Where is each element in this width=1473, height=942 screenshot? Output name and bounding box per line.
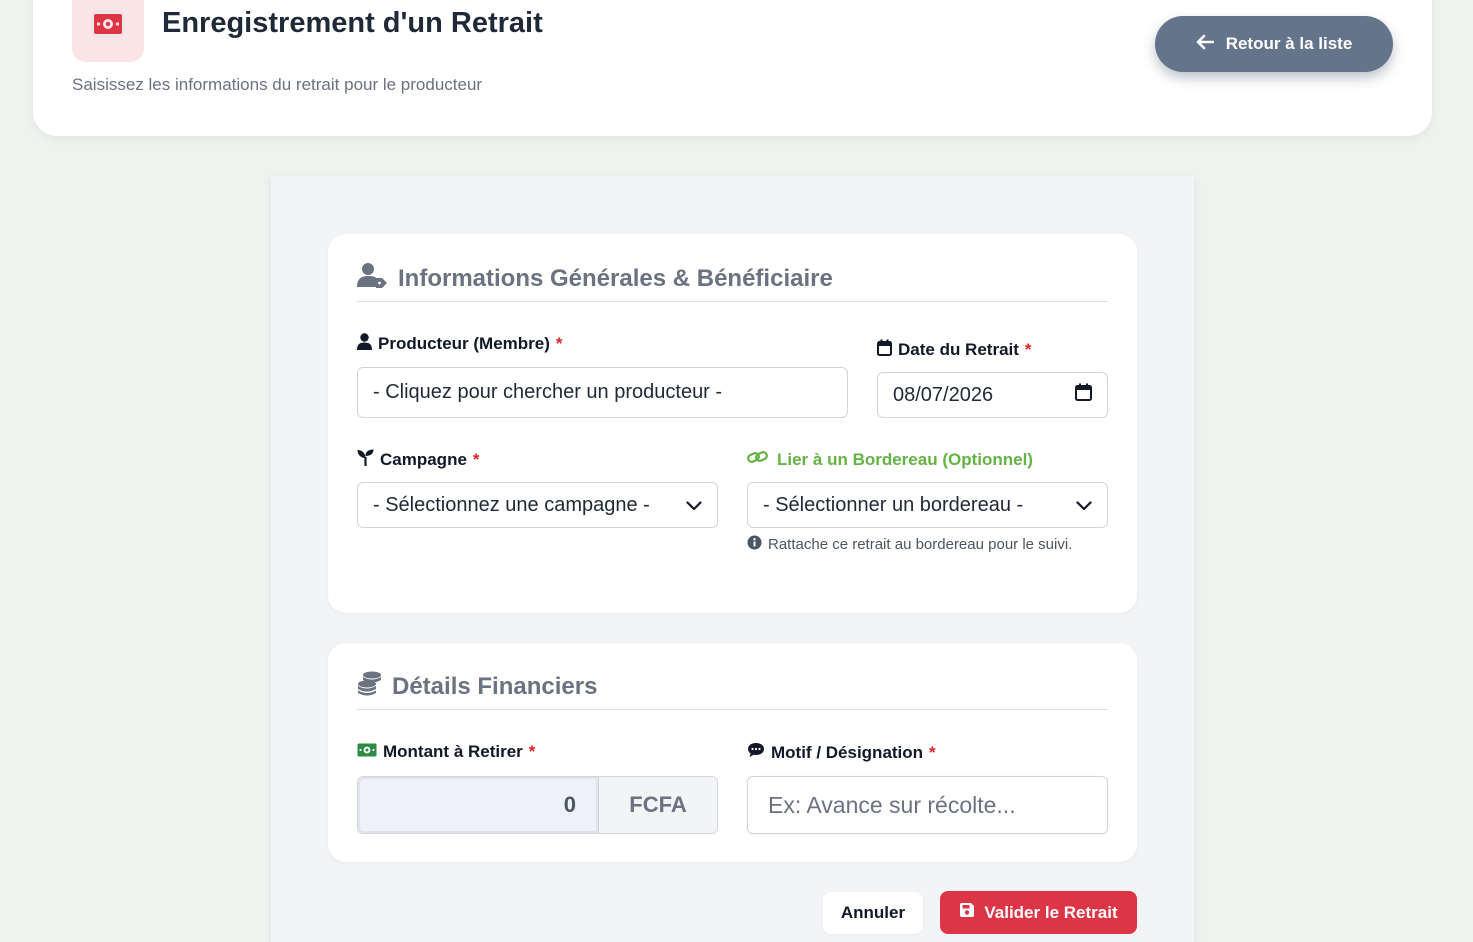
date-label: Date du Retrait * <box>877 339 1032 361</box>
motif-label-text: Motif / Désignation <box>771 742 924 762</box>
producer-label-text: Producteur (Membre) <box>378 334 550 353</box>
producer-search-field[interactable]: - Cliquez pour chercher un producteur - <box>357 367 848 418</box>
link-icon <box>747 449 768 470</box>
general-section-title-text: Informations Générales & Bénéficiaire <box>398 264 833 292</box>
amount-value: 0 <box>563 792 576 817</box>
info-circle-icon <box>747 535 762 554</box>
bordereau-help-text: Rattache ce retrait au bordereau pour le… <box>768 536 1073 553</box>
coins-icon <box>357 671 382 703</box>
seedling-icon <box>357 449 374 471</box>
user-tag-icon <box>357 262 388 295</box>
required-marker: * <box>555 334 563 353</box>
finance-section-title: Détails Financiers <box>357 671 597 703</box>
producer-label: Producteur (Membre) * <box>357 333 563 355</box>
page-header: Enregistrement d'un Retrait Saisissez le… <box>33 0 1432 136</box>
motif-placeholder: Ex: Avance sur récolte... <box>768 791 1016 818</box>
finance-section-title-text: Détails Financiers <box>392 673 598 700</box>
amount-input[interactable]: 0 <box>358 777 598 833</box>
campaign-label-text: Campagne <box>380 450 467 469</box>
submit-withdrawal-button[interactable]: Valider le Retrait <box>940 891 1137 934</box>
producer-search-text: - Cliquez pour chercher un producteur - <box>373 381 723 403</box>
amount-input-group: 0 FCFA <box>357 776 718 834</box>
motif-input[interactable]: Ex: Avance sur récolte... <box>747 776 1108 834</box>
date-value: 08/07/2026 <box>893 383 994 406</box>
back-to-list-button[interactable]: Retour à la liste <box>1155 16 1393 72</box>
general-section-title: Informations Générales & Bénéficiaire <box>357 262 833 295</box>
form-panel: Informations Générales & Bénéficiaire Pr… <box>271 176 1194 942</box>
section-divider <box>357 301 1108 302</box>
user-icon <box>357 333 372 355</box>
chevron-down-icon <box>1076 494 1092 517</box>
general-info-section: Informations Générales & Bénéficiaire Pr… <box>328 234 1137 613</box>
cancel-button[interactable]: Annuler <box>823 892 923 934</box>
money-bill-icon <box>93 13 123 40</box>
date-label-text: Date du Retrait <box>898 340 1019 359</box>
bordereau-help: Rattache ce retrait au bordereau pour le… <box>747 535 1072 554</box>
bordereau-select[interactable]: - Sélectionner un bordereau - <box>747 482 1108 528</box>
back-button-label: Retour à la liste <box>1225 34 1353 53</box>
calendar-icon <box>877 339 892 361</box>
required-marker: * <box>472 450 480 469</box>
bordereau-label-text: Lier à un Bordereau (Optionnel) <box>777 449 1033 469</box>
comment-icon <box>747 742 765 763</box>
finance-section: Détails Financiers Montant à Retirer * 0… <box>328 643 1137 862</box>
required-marker: * <box>528 742 536 761</box>
section-divider <box>357 709 1108 710</box>
arrow-left-icon <box>1196 34 1214 55</box>
date-input[interactable]: 08/07/2026 <box>877 372 1108 418</box>
page-title: Enregistrement d'un Retrait <box>162 7 543 39</box>
required-marker: * <box>929 742 936 762</box>
submit-button-label: Valider le Retrait <box>984 902 1118 922</box>
amount-label: Montant à Retirer * <box>357 742 535 762</box>
campaign-selected-value: - Sélectionnez une campagne - <box>373 493 650 516</box>
save-icon <box>959 902 975 923</box>
money-bill-icon <box>357 742 377 762</box>
amount-label-text: Montant à Retirer <box>383 742 523 761</box>
header-icon-box <box>72 0 144 62</box>
chevron-down-icon <box>686 494 702 517</box>
campaign-select[interactable]: - Sélectionnez une campagne - <box>357 482 718 528</box>
currency-unit: FCFA <box>598 777 717 833</box>
required-marker: * <box>1024 340 1032 359</box>
page-subtitle: Saisissez les informations du retrait po… <box>72 75 483 94</box>
bordereau-label: Lier à un Bordereau (Optionnel) <box>747 449 1033 470</box>
motif-label: Motif / Désignation * <box>747 742 936 763</box>
bordereau-selected-value: - Sélectionner un bordereau - <box>763 493 1024 516</box>
calendar-picker-icon[interactable] <box>1075 383 1092 407</box>
campaign-label: Campagne * <box>357 449 480 471</box>
